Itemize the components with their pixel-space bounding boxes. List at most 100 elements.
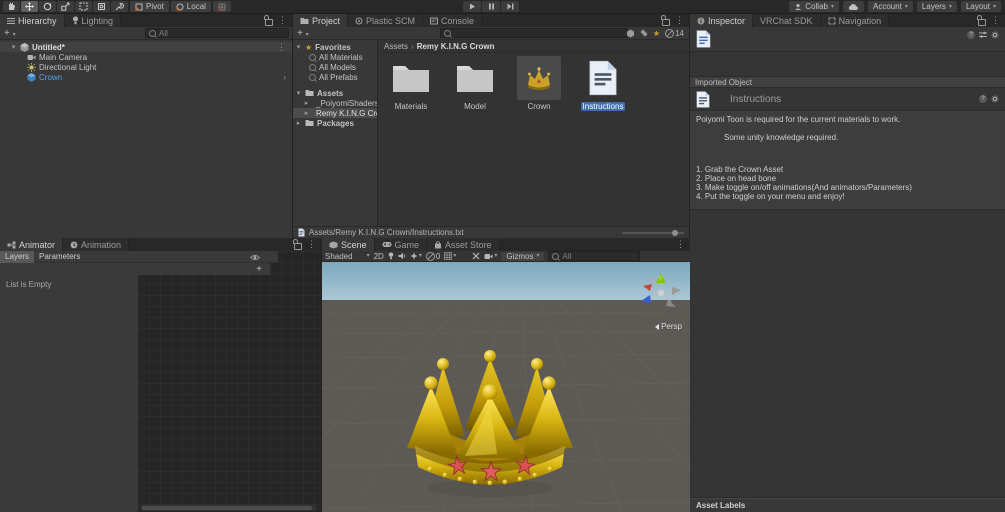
scene-search-input[interactable]: All <box>548 251 641 261</box>
grid-visibility-dropdown[interactable]: ▾ <box>444 252 456 260</box>
asset-item-crown[interactable]: Crown <box>513 56 565 111</box>
help-icon[interactable]: ? <box>967 31 975 39</box>
search-by-label-icon[interactable] <box>640 29 648 37</box>
scene-options-icon[interactable]: ⋮ <box>277 42 286 52</box>
hierarchy-item-directional-light[interactable]: Directional Light <box>0 62 292 72</box>
tree-favorites[interactable]: ▾ ★ Favorites <box>293 42 377 52</box>
tab-asset-store[interactable]: Asset Store <box>427 238 500 251</box>
asset-item-model[interactable]: Model <box>449 56 501 111</box>
eye-icon[interactable] <box>250 254 260 261</box>
tree-assets[interactable]: ▾ Assets <box>293 88 377 98</box>
tree-poiyomi-shaders[interactable]: ▸ _PoiyomiShaders <box>293 98 377 108</box>
settings-gear-icon[interactable] <box>991 31 999 39</box>
scene-lighting-icon[interactable] <box>388 252 394 260</box>
tab-lighting[interactable]: Lighting <box>64 14 122 27</box>
lock-icon[interactable] <box>293 238 302 250</box>
tree-packages[interactable]: ▸ Packages <box>293 118 377 128</box>
inspector-asset-header: ? <box>690 27 1005 52</box>
panel-menu-icon[interactable]: ⋮ <box>675 16 684 25</box>
scene-row-untitled[interactable]: ▾ Untitled* ⋮ <box>0 42 292 52</box>
tab-project[interactable]: Project <box>293 14 349 27</box>
hidden-objects-count[interactable]: 0 <box>425 251 440 261</box>
tree-all-materials[interactable]: All Materials <box>293 52 377 62</box>
transform-tool-icon[interactable] <box>93 1 110 12</box>
search-by-type-icon[interactable] <box>626 29 635 38</box>
rotate-tool-icon[interactable] <box>39 1 56 12</box>
move-tool-icon[interactable] <box>21 1 38 12</box>
favorite-star-icon[interactable]: ★ <box>653 29 660 38</box>
2d-toggle[interactable]: 2D <box>374 252 384 261</box>
step-button[interactable] <box>501 1 519 12</box>
asset-item-instructions[interactable]: Instructions <box>577 56 629 111</box>
add-layer-button[interactable]: + <box>256 264 262 275</box>
draw-mode-dropdown[interactable]: Shaded ▾ <box>325 252 370 261</box>
hidden-packages-count[interactable]: 14 <box>665 28 684 38</box>
account-dropdown[interactable]: Account ▾ <box>868 1 913 12</box>
animator-graph-area[interactable] <box>138 251 321 512</box>
tree-all-prefabs[interactable]: All Prefabs <box>293 72 377 82</box>
perspective-toggle[interactable]: Persp <box>655 322 682 331</box>
scene-orientation-gizmo[interactable]: y x <box>638 270 684 316</box>
asset-item-materials[interactable]: Materials <box>385 56 437 111</box>
local-toggle[interactable]: Local <box>170 1 211 12</box>
panel-menu-icon[interactable]: ⋮ <box>991 16 1000 25</box>
play-button[interactable] <box>463 1 481 12</box>
tab-scene[interactable]: Scene <box>322 238 375 251</box>
layers-toggle[interactable]: Layers <box>0 250 35 263</box>
breadcrumb-assets[interactable]: Assets <box>384 42 408 51</box>
gizmos-dropdown[interactable]: Gizmos ▾ <box>501 251 545 261</box>
tab-console[interactable]: Console <box>423 14 483 27</box>
rect-tool-icon[interactable] <box>75 1 92 12</box>
slider-knob[interactable] <box>672 229 678 236</box>
custom-tool-icon[interactable] <box>111 1 128 12</box>
effects-dropdown[interactable]: ▾ <box>410 252 422 260</box>
camera-dropdown[interactable]: ▾ <box>484 253 497 260</box>
help-icon[interactable]: ? <box>979 95 987 103</box>
breadcrumb-current[interactable]: Remy K.I.N.G Crown <box>417 42 495 51</box>
lock-icon[interactable] <box>264 14 273 26</box>
audio-icon[interactable] <box>398 252 406 260</box>
layers-dropdown[interactable]: Layers ▾ <box>916 1 957 12</box>
scrollbar-thumb[interactable] <box>142 506 312 510</box>
hierarchy-search-input[interactable]: All <box>145 28 289 38</box>
collab-dropdown[interactable]: Collab ▾ <box>789 1 839 12</box>
presets-icon[interactable] <box>979 31 987 39</box>
hand-tool-icon[interactable] <box>3 1 20 12</box>
text-asset-icon <box>696 30 711 48</box>
create-add-button[interactable]: + ▾ <box>297 28 309 39</box>
prefab-open-chevron-icon[interactable]: › <box>283 73 286 82</box>
lock-icon[interactable] <box>661 14 670 26</box>
tab-game[interactable]: Game <box>374 238 428 251</box>
tab-animator[interactable]: Animator <box>0 238 64 251</box>
tree-all-models[interactable]: All Models <box>293 62 377 72</box>
tree-remy-king-crown[interactable]: ▸ Remy K.I.N.G Crown <box>293 108 377 118</box>
hierarchy-item-main-camera[interactable]: Main Camera <box>0 52 292 62</box>
create-add-button[interactable]: + ▾ <box>4 28 16 39</box>
panel-menu-icon[interactable]: ⋮ <box>307 240 316 249</box>
tab-navigation[interactable]: Navigation <box>820 14 890 27</box>
scene-viewport[interactable]: y x Persp <box>322 262 690 512</box>
panel-menu-icon[interactable]: ⋮ <box>676 240 685 249</box>
component-tools-icon[interactable] <box>472 252 480 260</box>
project-search-input[interactable] <box>440 28 628 38</box>
tab-inspector[interactable]: Inspector <box>690 14 754 27</box>
hierarchy-item-crown[interactable]: Crown › <box>0 72 292 82</box>
scale-tool-icon[interactable] <box>57 1 74 12</box>
tab-vrchat-sdk[interactable]: VRChat SDK <box>753 14 821 27</box>
panel-menu-icon[interactable]: ⋮ <box>278 16 287 25</box>
pivot-toggle[interactable]: Pivot <box>130 1 169 12</box>
lock-icon[interactable] <box>977 14 986 26</box>
tab-hierarchy[interactable]: Hierarchy <box>0 14 65 27</box>
layout-dropdown[interactable]: Layout ▾ <box>960 1 1001 12</box>
parameters-toggle[interactable]: Parameters <box>34 251 85 263</box>
foldout-arrow-icon[interactable]: ▾ <box>10 44 17 51</box>
settings-gear-icon[interactable] <box>991 95 999 103</box>
horizontal-scrollbar[interactable] <box>140 505 317 511</box>
tab-plastic-scm[interactable]: Plastic SCM <box>348 14 424 27</box>
tab-animation[interactable]: Animation <box>63 238 130 251</box>
grid-snap-button[interactable] <box>212 1 231 12</box>
asset-labels-bar[interactable]: Asset Labels <box>690 498 1005 512</box>
cloud-button[interactable] <box>843 1 864 12</box>
thumbnail-size-slider[interactable] <box>622 229 684 236</box>
pause-button[interactable] <box>482 1 500 12</box>
